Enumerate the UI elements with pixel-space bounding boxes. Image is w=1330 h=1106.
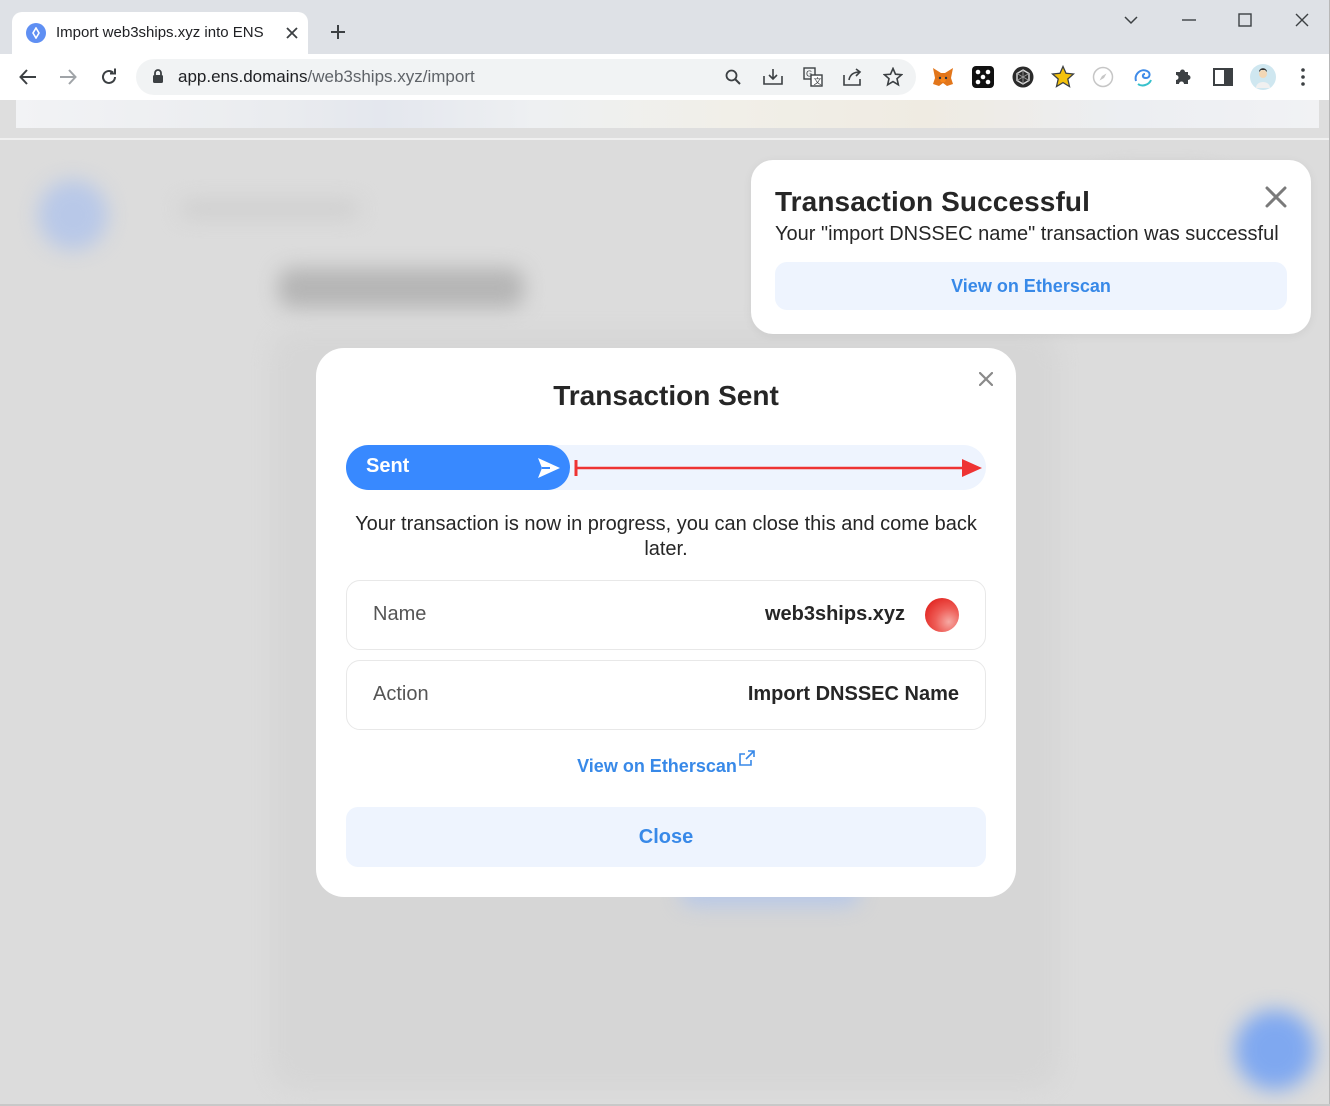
progress-fill: Sent	[346, 445, 570, 490]
back-arrow-icon[interactable]	[13, 62, 43, 92]
name-row: Name web3ships.xyz	[346, 580, 986, 650]
chevron-down-icon[interactable]	[1117, 8, 1145, 32]
success-toast: Transaction Successful Your "import DNSS…	[751, 160, 1311, 334]
translate-icon[interactable]: 文G	[801, 65, 825, 89]
install-icon[interactable]	[761, 65, 785, 89]
minimize-icon[interactable]	[1175, 8, 1203, 32]
reload-icon[interactable]	[94, 62, 124, 92]
metamask-icon[interactable]	[930, 64, 956, 90]
progress-description: Your transaction is now in progress, you…	[355, 513, 977, 560]
star-outline-icon[interactable]	[881, 65, 905, 89]
maximize-icon[interactable]	[1231, 8, 1259, 32]
action-value: Import DNSSEC Name	[747, 683, 959, 705]
close-window-icon[interactable]	[1288, 8, 1316, 32]
active-tab[interactable]: Import web3ships.xyz into ENS	[12, 12, 308, 54]
close-icon[interactable]	[973, 366, 999, 392]
swirl-extension-icon[interactable]	[1130, 64, 1156, 90]
blurred-heading	[278, 268, 524, 308]
menu-icon[interactable]	[1290, 64, 1316, 90]
blurred-logo	[38, 180, 108, 250]
forward-arrow-icon[interactable]	[53, 62, 83, 92]
annotation-arrow	[574, 459, 982, 477]
tab-title: Import web3ships.xyz into ENS	[56, 24, 264, 41]
etherscan-link-label[interactable]: View on Etherscan	[577, 756, 737, 776]
lock-icon[interactable]	[152, 69, 164, 84]
action-row: Action Import DNSSEC Name	[346, 660, 986, 730]
blurred-nav	[180, 200, 360, 218]
send-icon	[538, 458, 560, 478]
action-label: Action	[373, 683, 429, 705]
address-bar[interactable]: app.ens.domains/web3ships.xyz/import 文G	[136, 59, 916, 95]
close-icon[interactable]	[280, 21, 304, 45]
grid-extension-icon[interactable]	[970, 64, 996, 90]
bookmarks-bar	[16, 100, 1319, 128]
svg-text:文: 文	[814, 76, 822, 86]
share-icon[interactable]	[841, 65, 865, 89]
url-path: /web3ships.xyz/import	[307, 67, 475, 86]
toast-title: Transaction Successful	[775, 186, 1090, 217]
etherscan-link[interactable]: View on Etherscan	[316, 750, 1016, 777]
name-avatar	[925, 598, 959, 632]
modal-title: Transaction Sent	[553, 380, 779, 411]
puzzle-icon[interactable]	[1170, 64, 1196, 90]
toast-message: Your "import DNSSEC name" transaction wa…	[775, 223, 1279, 245]
hexagon-extension-icon[interactable]	[1010, 64, 1036, 90]
url-domain: app.ens.domains	[178, 67, 308, 86]
external-link-icon[interactable]	[739, 750, 755, 766]
close-icon[interactable]	[1261, 182, 1291, 212]
browser-toolbar: app.ens.domains/web3ships.xyz/import 文G	[0, 54, 1330, 100]
name-value: web3ships.xyz	[764, 603, 905, 625]
side-panel-icon[interactable]	[1210, 64, 1236, 90]
blurred-chat-bubble	[1235, 1010, 1315, 1090]
profile-avatar[interactable]	[1250, 64, 1276, 90]
progress-label: Sent	[366, 455, 410, 477]
transaction-modal: Transaction Sent Sent Your transaction i…	[316, 348, 1016, 897]
ens-logo-icon	[26, 23, 46, 43]
tab-strip: Import web3ships.xyz into ENS	[0, 0, 1330, 54]
search-icon[interactable]	[721, 65, 745, 89]
close-button[interactable]: Close	[346, 807, 986, 867]
star-extension-icon[interactable]	[1050, 64, 1076, 90]
svg-text:G: G	[806, 70, 812, 79]
toast-etherscan-button[interactable]: View on Etherscan	[775, 262, 1287, 310]
plus-icon[interactable]	[324, 18, 352, 46]
compass-extension-icon[interactable]	[1090, 64, 1116, 90]
name-label: Name	[373, 603, 427, 625]
url-text[interactable]: app.ens.domains/web3ships.xyz/import	[178, 67, 475, 87]
